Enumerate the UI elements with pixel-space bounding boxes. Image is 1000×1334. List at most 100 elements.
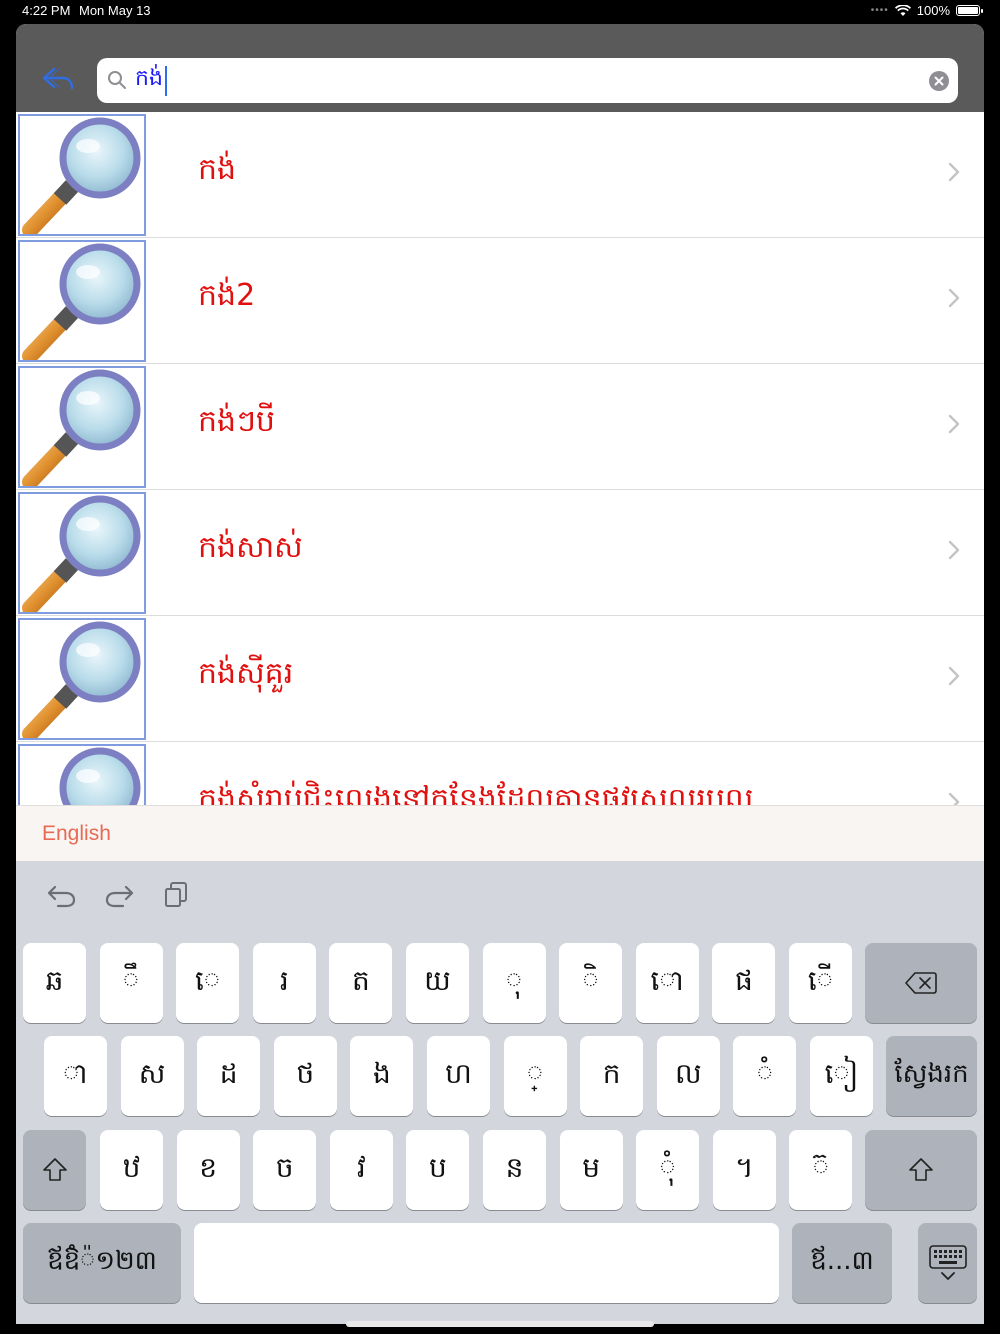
key-label: ោ — [650, 963, 685, 997]
list-item-label: កង់ៗបី — [198, 404, 275, 439]
key[interactable]: វ — [329, 1130, 393, 1210]
key-label: ឹ — [122, 963, 140, 997]
key[interactable]: យ — [406, 943, 469, 1023]
list-item-label: កង់ស៊ីគួរ — [198, 656, 294, 691]
status-bar: 4:22 PM Mon May 13 •••• 100% — [0, 0, 1000, 22]
key[interactable]: ផ — [712, 943, 776, 1023]
list-item[interactable]: កង់ — [16, 112, 984, 238]
key[interactable]: ិ — [559, 943, 623, 1023]
key[interactable]: ត — [329, 943, 393, 1023]
key[interactable]: ឹ — [99, 943, 163, 1023]
suggestion-english[interactable]: English — [42, 822, 111, 846]
key[interactable]: ោ — [635, 943, 699, 1023]
chevron-right-icon — [948, 414, 960, 434]
chevron-right-icon — [948, 540, 960, 560]
alt-mode-key[interactable]: ឪ...៣ — [792, 1223, 892, 1303]
key[interactable]: ហ — [427, 1036, 490, 1116]
key[interactable]: រ — [252, 943, 316, 1023]
results-list: កង់ កង់2 កង់ៗបី កង់សាស់ កង់ស៊ីគួរ កង់សំរ… — [16, 112, 984, 805]
key-label: វ — [356, 1150, 366, 1184]
key[interactable]: ំ — [733, 1036, 797, 1116]
key-label: ផ — [735, 963, 753, 997]
search-input[interactable] — [135, 63, 915, 97]
list-item[interactable]: កង់សាស់ — [16, 490, 984, 616]
key[interactable]: េ — [176, 943, 240, 1023]
key-label: ា — [63, 1056, 88, 1090]
key[interactable]: ច — [253, 1130, 317, 1210]
key[interactable]: ្ — [503, 1036, 567, 1116]
key[interactable]: ប — [406, 1130, 470, 1210]
key-label: ន — [505, 1150, 524, 1184]
list-item-label: កង់សំរាប់ជិះលេងនៅកន្លែងដែលគ្មានផ្លូវស្រួ… — [198, 782, 754, 805]
key-label: ប — [429, 1150, 447, 1184]
mode-key[interactable]: ឪឱំ៉១២៣ — [23, 1223, 181, 1303]
paste-icon[interactable] — [164, 881, 190, 909]
key[interactable]: ុំ — [636, 1130, 700, 1210]
key-label: ស — [138, 1056, 166, 1090]
key[interactable]: ា — [44, 1036, 107, 1116]
key-label: ថ — [296, 1056, 315, 1090]
key[interactable]: ឆ — [23, 943, 86, 1023]
keyboard-dismiss-icon — [928, 1245, 967, 1281]
key[interactable]: ម — [559, 1130, 623, 1210]
shift-icon — [909, 1158, 933, 1181]
list-item[interactable]: កង់2 — [16, 238, 984, 364]
shift-key-right[interactable] — [865, 1130, 977, 1210]
status-time: 4:22 PM — [22, 3, 71, 18]
clear-search-button[interactable] — [929, 71, 949, 91]
key[interactable]: ល — [656, 1036, 720, 1116]
key[interactable]: ស — [120, 1036, 184, 1116]
back-button[interactable] — [36, 62, 80, 96]
redo-icon[interactable] — [103, 881, 135, 909]
key-label: េ — [195, 963, 221, 997]
magnifying-glass-image — [18, 492, 146, 614]
app-window: កង់ កង់2 — [16, 24, 984, 1324]
list-item-label: កង់ — [198, 152, 237, 187]
key[interactable]: ក — [580, 1036, 644, 1116]
key[interactable]: ើ — [789, 943, 852, 1023]
clear-circle-icon — [934, 76, 944, 86]
magnifying-glass-image — [18, 744, 146, 805]
key[interactable]: ឋ — [100, 1130, 163, 1210]
key[interactable]: ដ — [197, 1036, 261, 1116]
keyboard: ឆឹេ រ ត យុិោ ផើា ស ដ ថ ង ហ្ ក លំៀ ស្វែងរកឋ ខ ច វ ប ន មុំ ។៊… — [16, 861, 984, 1324]
key[interactable]: ៊ — [789, 1130, 853, 1210]
key-label: ហ — [445, 1056, 472, 1090]
key-label: ្ — [526, 1056, 544, 1090]
key[interactable]: ង — [350, 1036, 414, 1116]
suggestion-bar: English — [16, 805, 984, 861]
delete-key[interactable] — [865, 943, 977, 1023]
list-item-label: កង់2 — [198, 278, 256, 313]
key-label: ក — [602, 1056, 621, 1090]
list-item[interactable]: កង់សំរាប់ជិះលេងនៅកន្លែងដែលគ្មានផ្លូវស្រួ… — [16, 742, 984, 805]
search-bar[interactable] — [97, 58, 958, 103]
key-label: ង — [373, 1056, 391, 1090]
alt-mode-key-label: ឪ...៣ — [810, 1246, 874, 1276]
key-label: ច — [275, 1150, 294, 1184]
key-label: រ — [279, 963, 289, 997]
text-caret — [165, 66, 167, 96]
key[interactable]: ថ — [273, 1036, 337, 1116]
chevron-right-icon — [948, 666, 960, 686]
list-item-label: កង់សាស់ — [198, 530, 303, 565]
magnifying-glass-image — [18, 240, 146, 362]
key[interactable]: ។ — [712, 1130, 776, 1210]
key-label: ល — [674, 1056, 702, 1090]
space-key[interactable] — [194, 1223, 779, 1303]
list-item[interactable]: កង់ស៊ីគួរ — [16, 616, 984, 742]
key[interactable]: ខ — [176, 1130, 240, 1210]
key[interactable]: ុ — [482, 943, 546, 1023]
key[interactable]: ៀ — [810, 1036, 873, 1116]
magnifying-glass-image — [18, 618, 146, 740]
search-return-key[interactable]: ស្វែងរក — [886, 1036, 977, 1116]
key[interactable]: ន — [483, 1130, 546, 1210]
key-label: ៀ — [824, 1056, 859, 1090]
shift-key-left[interactable] — [23, 1130, 86, 1210]
key-label: ៊ — [812, 1150, 830, 1184]
dismiss-keyboard-key[interactable] — [918, 1223, 977, 1303]
undo-icon[interactable] — [46, 881, 78, 909]
chevron-right-icon — [948, 162, 960, 182]
key-label: យ — [424, 963, 451, 997]
list-item[interactable]: កង់ៗបី — [16, 364, 984, 490]
wifi-icon — [894, 4, 911, 16]
